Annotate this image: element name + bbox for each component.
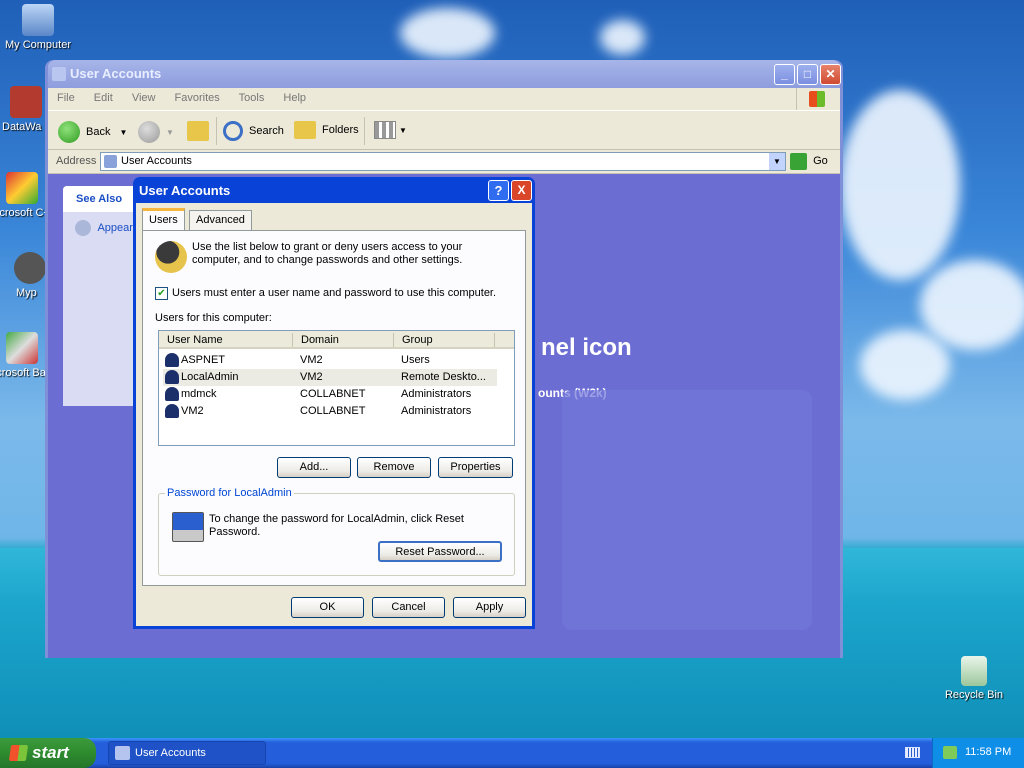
taskbar: start User Accounts 11:58 PM xyxy=(0,738,1024,768)
user-accounts-icon xyxy=(52,67,66,81)
list-header: User Name Domain Group xyxy=(159,331,514,349)
help-button[interactable]: ? xyxy=(488,180,509,201)
table-row[interactable]: mdmck COLLABNET Administrators xyxy=(163,386,497,403)
user-icon xyxy=(165,404,179,418)
table-row[interactable]: ASPNET VM2 Users xyxy=(163,352,497,369)
clock[interactable]: 11:58 PM xyxy=(965,746,1011,758)
background-heading: nel icon xyxy=(541,334,632,361)
tab-advanced[interactable]: Advanced xyxy=(189,210,252,230)
system-tray: 11:58 PM xyxy=(932,738,1024,768)
windows-logo-icon xyxy=(796,88,834,110)
raccoon-icon xyxy=(14,252,46,284)
dialog-body: Users Advanced Use the list below to gra… xyxy=(136,203,532,626)
go-button[interactable]: Go xyxy=(790,153,828,170)
chevron-down-icon: ▼ xyxy=(166,127,174,137)
password-group-title: Password for LocalAdmin xyxy=(165,487,294,499)
search-button[interactable]: Search xyxy=(223,121,284,141)
menu-edit[interactable]: Edit xyxy=(94,92,113,104)
visual-basic-icon xyxy=(6,332,38,364)
watermark-check-icon xyxy=(562,390,812,630)
windows-flag-icon xyxy=(8,745,29,761)
table-row-selected[interactable]: LocalAdmin VM2 Remote Deskto... xyxy=(163,369,497,386)
see-also-panel: See Also Appear xyxy=(63,186,143,406)
chevron-down-icon: ▼ xyxy=(119,127,128,137)
users-tab-panel: Use the list below to grant or deny user… xyxy=(142,230,526,586)
keyboard-icon[interactable] xyxy=(905,747,920,758)
menu-bar: File Edit View Favorites Tools Help xyxy=(48,88,840,110)
properties-button[interactable]: Properties xyxy=(438,457,513,478)
dialog-titlebar[interactable]: User Accounts ? X xyxy=(136,177,532,203)
close-button[interactable]: ✕ xyxy=(820,64,841,85)
appearance-icon xyxy=(75,220,91,236)
desktop-icon-datawa[interactable]: DataWa xyxy=(0,86,50,133)
password-help-text: To change the password for LocalAdmin, c… xyxy=(209,513,464,538)
column-header-group[interactable]: Group xyxy=(402,334,433,346)
back-arrow-icon xyxy=(58,121,80,143)
cancel-button[interactable]: Cancel xyxy=(372,597,445,618)
database-shortcut-icon xyxy=(10,86,42,118)
folders-button[interactable]: Folders xyxy=(294,121,359,139)
start-button[interactable]: start xyxy=(0,738,96,768)
reset-password-button[interactable]: Reset Password... xyxy=(378,541,502,562)
desktop-icon-my-computer[interactable]: My Computer xyxy=(0,4,78,51)
forward-button[interactable]: ▼ xyxy=(138,121,174,143)
apply-button[interactable]: Apply xyxy=(453,597,526,618)
tab-users[interactable]: Users xyxy=(142,208,185,230)
folders-icon xyxy=(294,121,316,139)
desktop-icon-recycle-bin[interactable]: Recycle Bin xyxy=(934,656,1014,701)
column-header-user-name[interactable]: User Name xyxy=(167,334,223,346)
taskbar-item-user-accounts[interactable]: User Accounts xyxy=(108,741,266,765)
require-login-label[interactable]: Users must enter a user name and passwor… xyxy=(172,287,496,299)
user-accounts-icon xyxy=(115,746,130,760)
address-icon xyxy=(104,155,117,168)
password-groupbox: Password for LocalAdmin To change the pa… xyxy=(158,487,515,576)
intro-text: Use the list below to grant or deny user… xyxy=(192,241,463,266)
require-login-checkbox[interactable]: ✔ xyxy=(155,287,168,300)
see-also-appearance-link[interactable]: Appear xyxy=(63,212,143,236)
up-folder-icon xyxy=(187,121,209,141)
forward-arrow-icon xyxy=(138,121,160,143)
menu-view[interactable]: View xyxy=(132,92,156,104)
user-accounts-dialog: User Accounts ? X Users Advanced Use the… xyxy=(133,177,535,629)
computer-icon xyxy=(22,4,54,36)
go-arrow-icon xyxy=(790,153,807,170)
maximize-button[interactable]: □ xyxy=(797,64,818,85)
views-button[interactable]: ▼ xyxy=(374,121,407,139)
users-key-icon xyxy=(155,241,187,273)
remove-user-button[interactable]: Remove xyxy=(357,457,431,478)
address-bar: Address User Accounts ▼ Go xyxy=(48,150,840,174)
add-user-button[interactable]: Add... xyxy=(277,457,351,478)
ok-button[interactable]: OK xyxy=(291,597,364,618)
address-field[interactable]: User Accounts ▼ xyxy=(100,152,786,171)
views-icon xyxy=(374,121,396,139)
user-icon xyxy=(165,370,179,384)
menu-file[interactable]: File xyxy=(57,92,75,104)
network-icon[interactable] xyxy=(943,746,957,759)
standard-toolbar: Back ▼ ▼ Search Folders ▼ xyxy=(48,110,840,150)
chevron-down-icon: ▼ xyxy=(399,125,407,135)
dialog-close-button[interactable]: X xyxy=(511,180,532,201)
back-button[interactable]: Back ▼ xyxy=(58,121,127,143)
users-list-label: Users for this computer: xyxy=(155,312,272,324)
column-header-domain[interactable]: Domain xyxy=(301,334,339,346)
search-icon xyxy=(223,121,243,141)
menu-favorites[interactable]: Favorites xyxy=(175,92,220,104)
table-row[interactable]: VM2 COLLABNET Administrators xyxy=(163,403,497,420)
recycle-bin-icon xyxy=(961,656,987,686)
see-also-header: See Also xyxy=(63,186,143,212)
computer-password-icon xyxy=(172,512,204,542)
menu-help[interactable]: Help xyxy=(283,92,306,104)
address-dropdown-button[interactable]: ▼ xyxy=(769,153,785,170)
menu-tools[interactable]: Tools xyxy=(239,92,265,104)
users-list[interactable]: User Name Domain Group ASPNET VM2 Users … xyxy=(158,330,515,446)
visual-cpp-icon xyxy=(6,172,38,204)
minimize-button[interactable]: _ xyxy=(774,64,795,85)
user-icon xyxy=(165,387,179,401)
explorer-titlebar[interactable]: User Accounts _ □ ✕ xyxy=(48,60,841,88)
up-folder-button[interactable] xyxy=(187,121,209,141)
user-icon xyxy=(165,353,179,367)
